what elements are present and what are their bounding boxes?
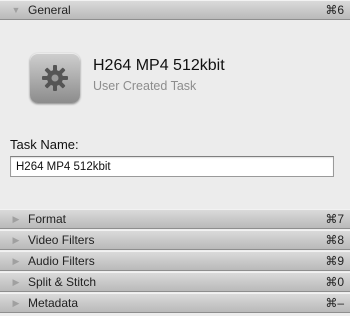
section-label: Video Filters <box>28 233 95 247</box>
disclosure-triangle-down-icon[interactable]: ▼ <box>10 5 22 15</box>
task-title: H264 MP4 512kbit <box>93 57 225 74</box>
section-header-format[interactable]: ▶ Format ⌘7 <box>0 209 350 229</box>
gear-icon <box>30 53 80 103</box>
disclosure-triangle-right-icon[interactable]: ▶ <box>10 298 22 309</box>
general-section-body: H264 MP4 512kbit User Created Task Task … <box>0 20 350 209</box>
shortcut-label: ⌘0 <box>325 275 344 289</box>
shortcut-label: ⌘8 <box>325 233 344 247</box>
disclosure-triangle-right-icon[interactable]: ▶ <box>10 235 22 246</box>
disclosure-triangle-right-icon[interactable]: ▶ <box>10 256 22 267</box>
disclosure-triangle-right-icon[interactable]: ▶ <box>10 277 22 288</box>
section-label: Split & Stitch <box>28 275 97 289</box>
section-header-metadata[interactable]: ▶ Metadata ⌘– <box>0 293 350 313</box>
section-label: Format <box>28 212 67 226</box>
section-label: Metadata <box>28 296 79 310</box>
shortcut-label: ⌘6 <box>325 3 344 17</box>
task-name-label: Task Name: <box>10 137 79 152</box>
section-header-video-filters[interactable]: ▶ Video Filters ⌘8 <box>0 230 350 250</box>
task-subtitle: User Created Task <box>93 79 197 93</box>
disclosure-triangle-right-icon[interactable]: ▶ <box>10 214 22 225</box>
section-header-split-stitch[interactable]: ▶ Split & Stitch ⌘0 <box>0 272 350 292</box>
section-label: General <box>28 3 71 17</box>
section-label: Audio Filters <box>28 254 95 268</box>
task-name-field[interactable] <box>10 156 334 177</box>
section-header-general[interactable]: ▼ General ⌘6 <box>0 0 350 20</box>
task-inspector-panel: ▼ General ⌘6 H264 MP4 512kbit User Creat… <box>0 0 350 316</box>
section-header-audio-filters[interactable]: ▶ Audio Filters ⌘9 <box>0 251 350 271</box>
shortcut-label: ⌘7 <box>325 212 344 226</box>
shortcut-label: ⌘9 <box>325 254 344 268</box>
shortcut-label: ⌘– <box>325 296 344 310</box>
